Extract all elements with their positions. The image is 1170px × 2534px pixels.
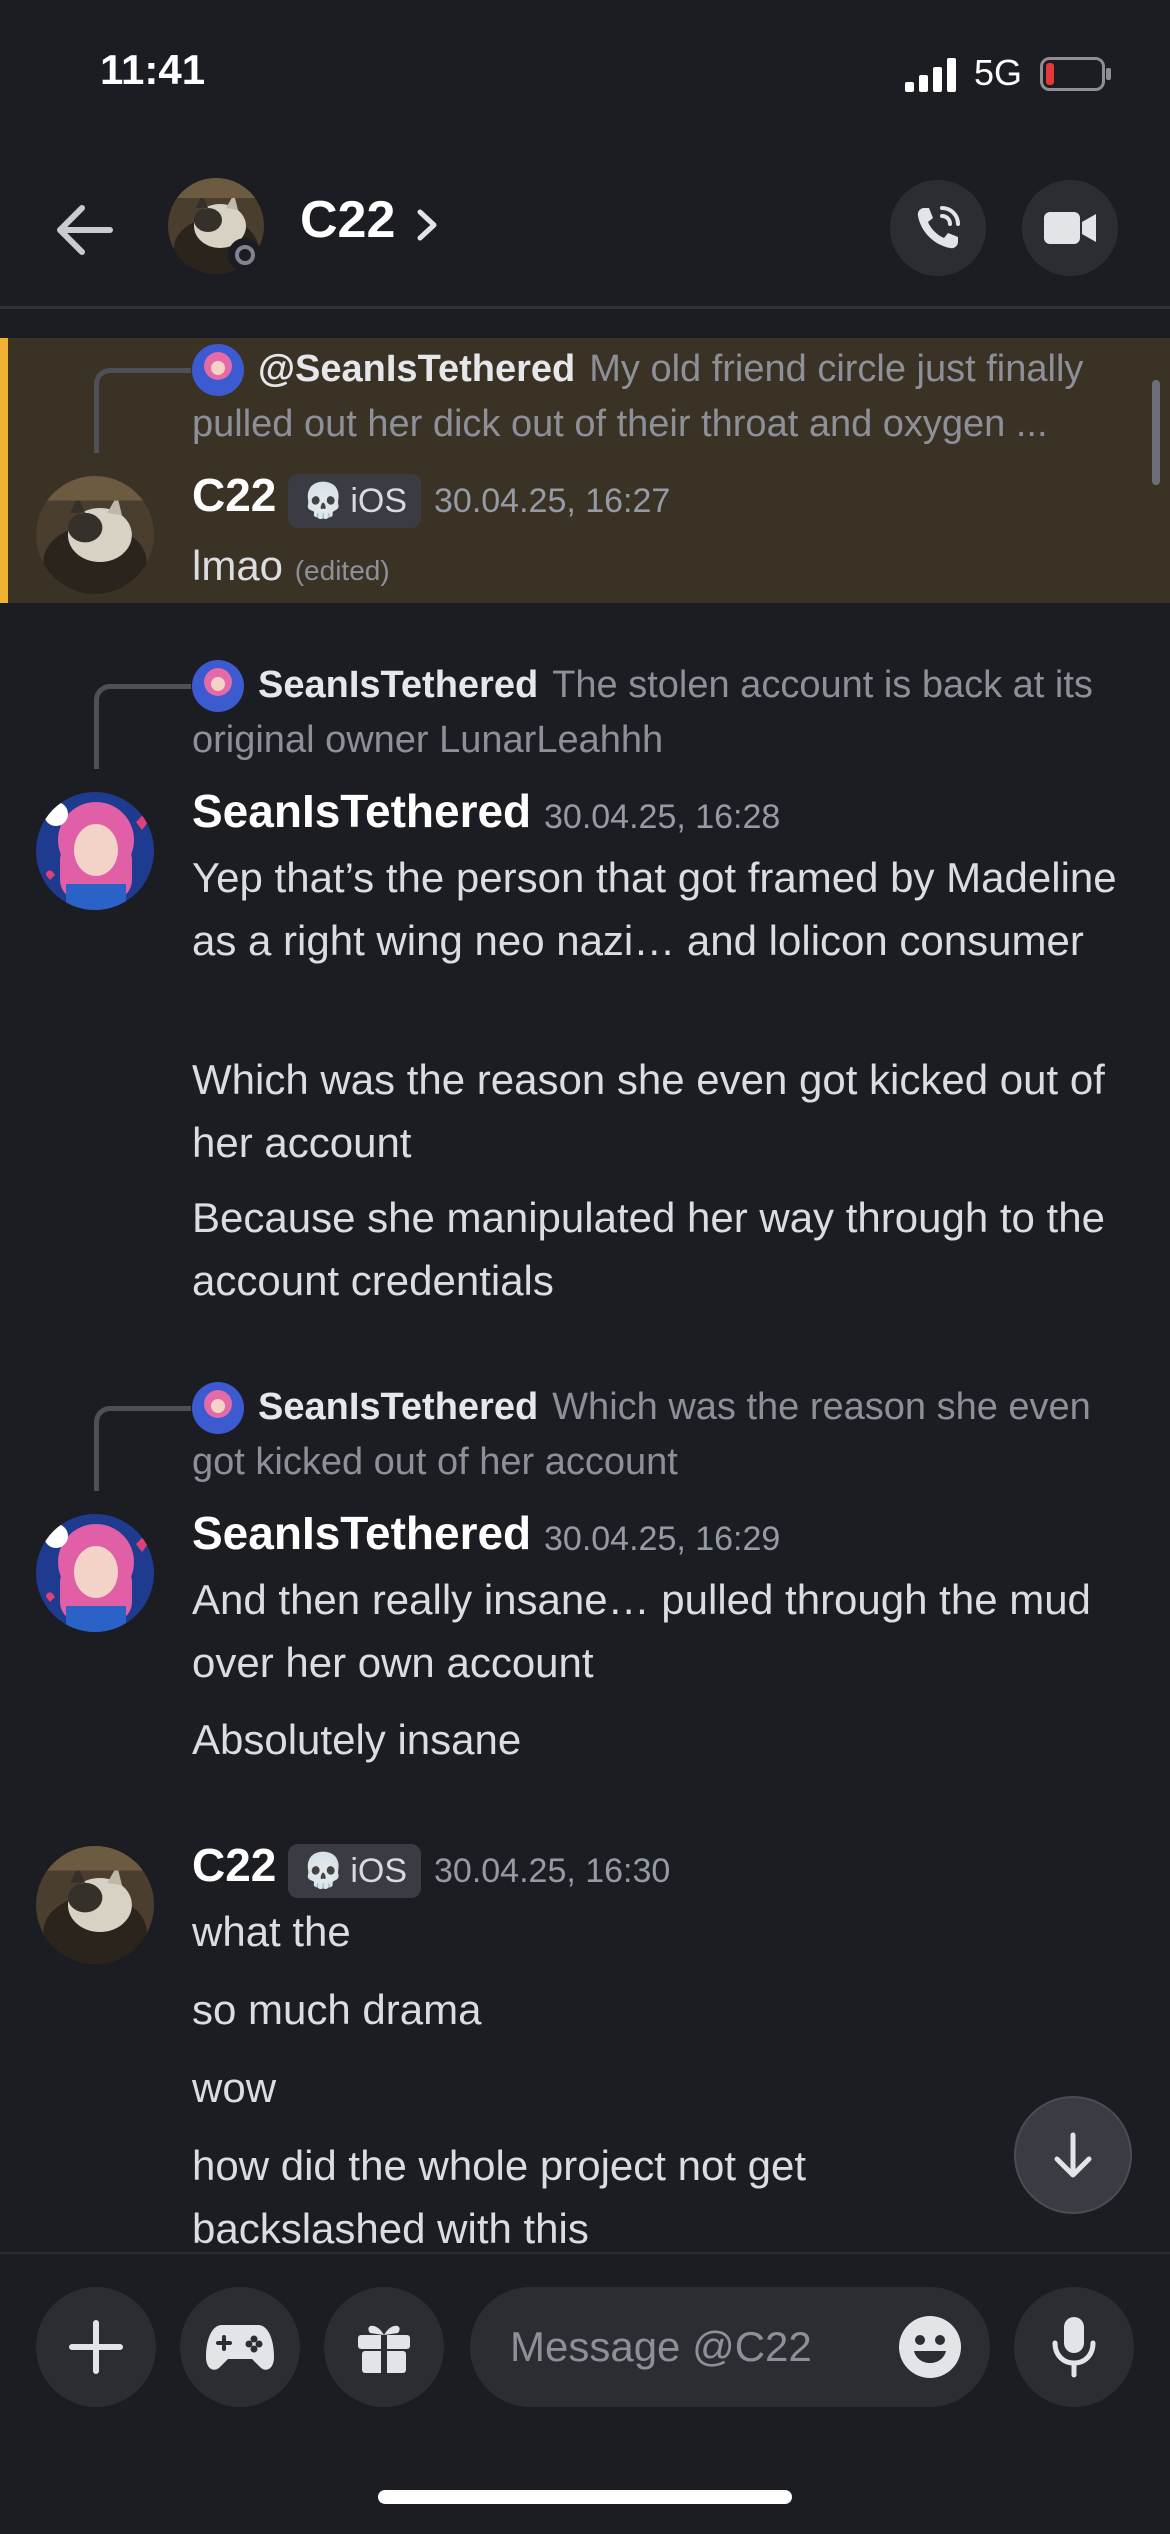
timestamp: 30.04.25, 16:28 — [544, 798, 781, 836]
arrow-down-icon — [1054, 2132, 1092, 2178]
video-camera-icon — [1044, 212, 1096, 244]
gift-button[interactable] — [324, 2287, 444, 2407]
message-text[interactable]: Yep that’s the person that got framed by… — [192, 846, 1152, 972]
server-tag[interactable]: 💀 iOS — [288, 474, 422, 528]
skull-icon: 💀 — [302, 1852, 345, 1890]
status-time: 11:41 — [100, 46, 206, 93]
voice-message-button[interactable] — [1014, 2287, 1134, 2407]
server-tag[interactable]: 💀 iOS — [288, 1844, 422, 1898]
cat-avatar-image — [36, 1846, 154, 1964]
anime-avatar-image — [36, 792, 154, 910]
avatar[interactable] — [36, 476, 154, 594]
plus-icon — [69, 2320, 123, 2374]
message-input-placeholder: Message @C22 — [510, 2323, 812, 2370]
tag-label: iOS — [350, 1851, 408, 1890]
message-text[interactable]: how did the whole project not get backsl… — [192, 2134, 912, 2250]
avatar[interactable] — [36, 792, 154, 910]
reply-preview[interactable]: @SeanIsTethered My old friend circle just… — [192, 342, 1142, 452]
author-name[interactable]: SeanIsTethered — [192, 1506, 531, 1560]
author-name[interactable]: SeanIsTethered — [192, 784, 531, 838]
arrow-left-icon[interactable] — [52, 198, 116, 262]
message-text[interactable]: Because she manipulated her way through … — [192, 1186, 1152, 1312]
reply-preview[interactable]: SeanIsTethered The stolen account is back… — [192, 658, 1142, 768]
reply-connector — [94, 684, 191, 769]
author-name[interactable]: C22 — [192, 1838, 276, 1892]
timestamp: 30.04.25, 16:29 — [544, 1520, 781, 1558]
status-bar: 11:41 5G — [0, 0, 1170, 150]
message-text[interactable]: And then really insane… pulled through t… — [192, 1568, 1152, 1694]
video-call-button[interactable] — [1022, 180, 1118, 276]
timestamp: 30.04.25, 16:30 — [434, 1852, 671, 1890]
microphone-icon — [1052, 2317, 1096, 2378]
presence-status-icon — [228, 238, 262, 272]
reply-author: @SeanIsTethered — [258, 348, 576, 390]
message-text[interactable]: so much drama — [192, 1978, 1152, 2041]
edited-label: (edited) — [294, 555, 390, 586]
battery-icon — [1040, 57, 1111, 91]
chat-title[interactable]: C22 — [300, 190, 395, 250]
signal-icon — [905, 58, 956, 92]
author-name[interactable]: C22 — [192, 468, 276, 522]
emoji-icon[interactable] — [898, 2315, 962, 2379]
message-composer: Message @C22 — [0, 2252, 1170, 2534]
attach-button[interactable] — [36, 2287, 156, 2407]
message-input[interactable]: Message @C22 — [470, 2287, 990, 2407]
jump-to-bottom-button[interactable] — [1014, 2096, 1132, 2214]
chevron-right-icon[interactable] — [408, 200, 448, 250]
cat-avatar-image — [36, 476, 154, 594]
avatar[interactable] — [36, 1846, 154, 1964]
reply-connector — [94, 1406, 191, 1491]
voice-call-button[interactable] — [890, 180, 986, 276]
tag-label: iOS — [350, 481, 408, 520]
activities-button[interactable] — [180, 2287, 300, 2407]
message-list[interactable]: @SeanIsTethered My old friend circle just… — [0, 320, 1170, 2250]
message-text[interactable]: what the — [192, 1900, 1152, 1963]
gift-icon — [358, 2325, 410, 2373]
reply-preview[interactable]: SeanIsTethered Which was the reason she e… — [192, 1380, 1142, 1490]
message-text[interactable]: lmao (edited) — [192, 534, 1152, 602]
anime-avatar-image — [36, 1514, 154, 1632]
network-type: 5G — [974, 52, 1023, 93]
gamepad-icon — [206, 2325, 274, 2370]
reply-author: SeanIsTethered — [258, 1386, 539, 1428]
timestamp: 30.04.25, 16:27 — [434, 482, 671, 520]
message-text[interactable]: Absolutely insane — [192, 1708, 1152, 1771]
skull-icon: 💀 — [302, 482, 345, 520]
reply-connector — [94, 368, 191, 453]
message-line: lmao — [192, 542, 284, 589]
phone-call-icon — [917, 206, 960, 249]
home-indicator[interactable] — [378, 2490, 792, 2504]
message-text[interactable]: wow — [192, 2056, 1152, 2119]
reply-author: SeanIsTethered — [258, 664, 539, 706]
message-text[interactable]: Which was the reason she even got kicked… — [192, 1048, 1152, 1174]
scrollbar[interactable] — [1152, 380, 1160, 485]
chat-header: C22 — [0, 150, 1170, 309]
avatar[interactable] — [36, 1514, 154, 1632]
